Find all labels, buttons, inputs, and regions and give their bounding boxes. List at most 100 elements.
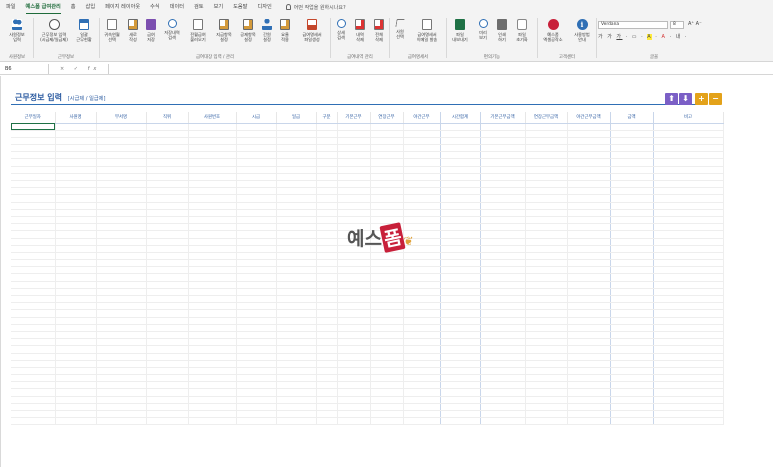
table-cell[interactable] [480, 331, 526, 340]
table-cell[interactable] [337, 202, 371, 210]
table-cell[interactable] [236, 317, 277, 325]
table-cell[interactable] [236, 367, 277, 376]
table-cell[interactable] [440, 180, 481, 189]
table-cell[interactable] [236, 123, 277, 131]
table-cell[interactable] [480, 259, 526, 268]
table-cell[interactable] [370, 288, 404, 297]
table-cell[interactable] [276, 353, 317, 361]
table-cell[interactable] [440, 230, 481, 239]
table-cell[interactable] [403, 166, 441, 174]
table-cell[interactable] [525, 123, 568, 131]
table-cell[interactable] [370, 295, 404, 304]
table-cell[interactable] [403, 324, 441, 332]
table-cell[interactable] [55, 223, 97, 232]
table-cell[interactable] [653, 273, 724, 282]
table-cell[interactable] [370, 388, 404, 397]
table-cell[interactable] [440, 123, 481, 131]
table-cell[interactable] [11, 194, 56, 203]
table-cell[interactable] [403, 403, 441, 412]
table-cell[interactable] [276, 194, 317, 203]
table-cell[interactable] [316, 295, 338, 304]
table-cell[interactable] [11, 238, 56, 246]
table-cell[interactable] [653, 130, 724, 138]
table-cell[interactable] [236, 230, 277, 239]
table-cell[interactable] [567, 388, 611, 397]
table-cell[interactable] [96, 259, 147, 268]
table-cell[interactable] [337, 396, 371, 404]
move-down-button[interactable]: ⬇ [679, 93, 692, 105]
table-cell[interactable] [337, 158, 371, 167]
table-cell[interactable] [55, 173, 97, 182]
table-cell[interactable] [440, 367, 481, 376]
table-cell[interactable] [480, 166, 526, 174]
table-cell[interactable] [610, 374, 654, 383]
table-cell[interactable] [440, 273, 481, 282]
table-cell[interactable] [653, 166, 724, 174]
table-cell[interactable] [440, 338, 481, 347]
table-cell[interactable] [55, 266, 97, 275]
table-cell[interactable] [653, 281, 724, 289]
table-cell[interactable] [567, 137, 611, 146]
table-cell[interactable] [480, 367, 526, 376]
table-cell[interactable] [11, 338, 56, 347]
table-cell[interactable] [370, 353, 404, 361]
table-cell[interactable] [188, 317, 237, 325]
table-cell[interactable] [480, 360, 526, 368]
table-cell[interactable] [567, 345, 611, 354]
table-cell[interactable] [276, 360, 317, 368]
table-cell[interactable] [146, 338, 189, 347]
table-cell[interactable] [316, 381, 338, 390]
table-cell[interactable] [96, 324, 147, 332]
period-select-button[interactable]: 귀속연월 선택 [101, 19, 123, 42]
table-cell[interactable] [276, 288, 317, 297]
table-cell[interactable] [440, 302, 481, 311]
table-cell[interactable] [480, 209, 526, 217]
table-cell[interactable] [403, 360, 441, 368]
table-cell[interactable] [188, 281, 237, 289]
table-cell[interactable] [653, 381, 724, 390]
table-cell[interactable] [610, 209, 654, 217]
table-cell[interactable] [610, 417, 654, 426]
table-cell[interactable] [525, 353, 568, 361]
table-cell[interactable] [403, 216, 441, 225]
table-cell[interactable] [276, 309, 317, 318]
table-cell[interactable] [55, 130, 97, 138]
table-cell[interactable] [370, 338, 404, 347]
table-cell[interactable] [610, 123, 654, 131]
table-cell[interactable] [480, 130, 526, 138]
table-cell[interactable] [55, 338, 97, 347]
table-cell[interactable] [146, 410, 189, 419]
table-cell[interactable] [316, 130, 338, 138]
table-cell[interactable] [653, 144, 724, 153]
table-cell[interactable] [525, 180, 568, 189]
table-cell[interactable] [276, 144, 317, 153]
table-cell[interactable] [316, 123, 338, 131]
table-cell[interactable] [188, 158, 237, 167]
table-cell[interactable] [316, 209, 338, 217]
table-cell[interactable] [653, 288, 724, 297]
table-cell[interactable] [146, 281, 189, 289]
table-cell[interactable] [525, 252, 568, 261]
table-cell[interactable] [316, 417, 338, 426]
formula-buttons[interactable]: × ✓ fx [60, 64, 100, 74]
table-cell[interactable] [146, 317, 189, 325]
table-cell[interactable] [480, 151, 526, 160]
table-cell[interactable] [440, 259, 481, 268]
table-cell[interactable] [236, 252, 277, 261]
table-cell[interactable] [188, 345, 237, 354]
table-cell[interactable] [480, 230, 526, 239]
table-cell[interactable] [403, 187, 441, 196]
table-cell[interactable] [96, 302, 147, 311]
table-cell[interactable] [188, 216, 237, 225]
table-cell[interactable] [316, 388, 338, 397]
table-cell[interactable] [403, 338, 441, 347]
table-cell[interactable] [653, 252, 724, 261]
table-cell[interactable] [440, 266, 481, 275]
table-cell[interactable] [440, 151, 481, 160]
worksheet[interactable]: 근무정보 입력 [시급제 / 일급제] ⬆ ⬇ + − 근무일자 사원명 부서명… [0, 76, 773, 467]
table-cell[interactable] [440, 209, 481, 217]
table-cell[interactable] [403, 173, 441, 182]
table-cell[interactable] [55, 367, 97, 376]
table-cell[interactable] [567, 158, 611, 167]
table-cell[interactable] [337, 187, 371, 196]
